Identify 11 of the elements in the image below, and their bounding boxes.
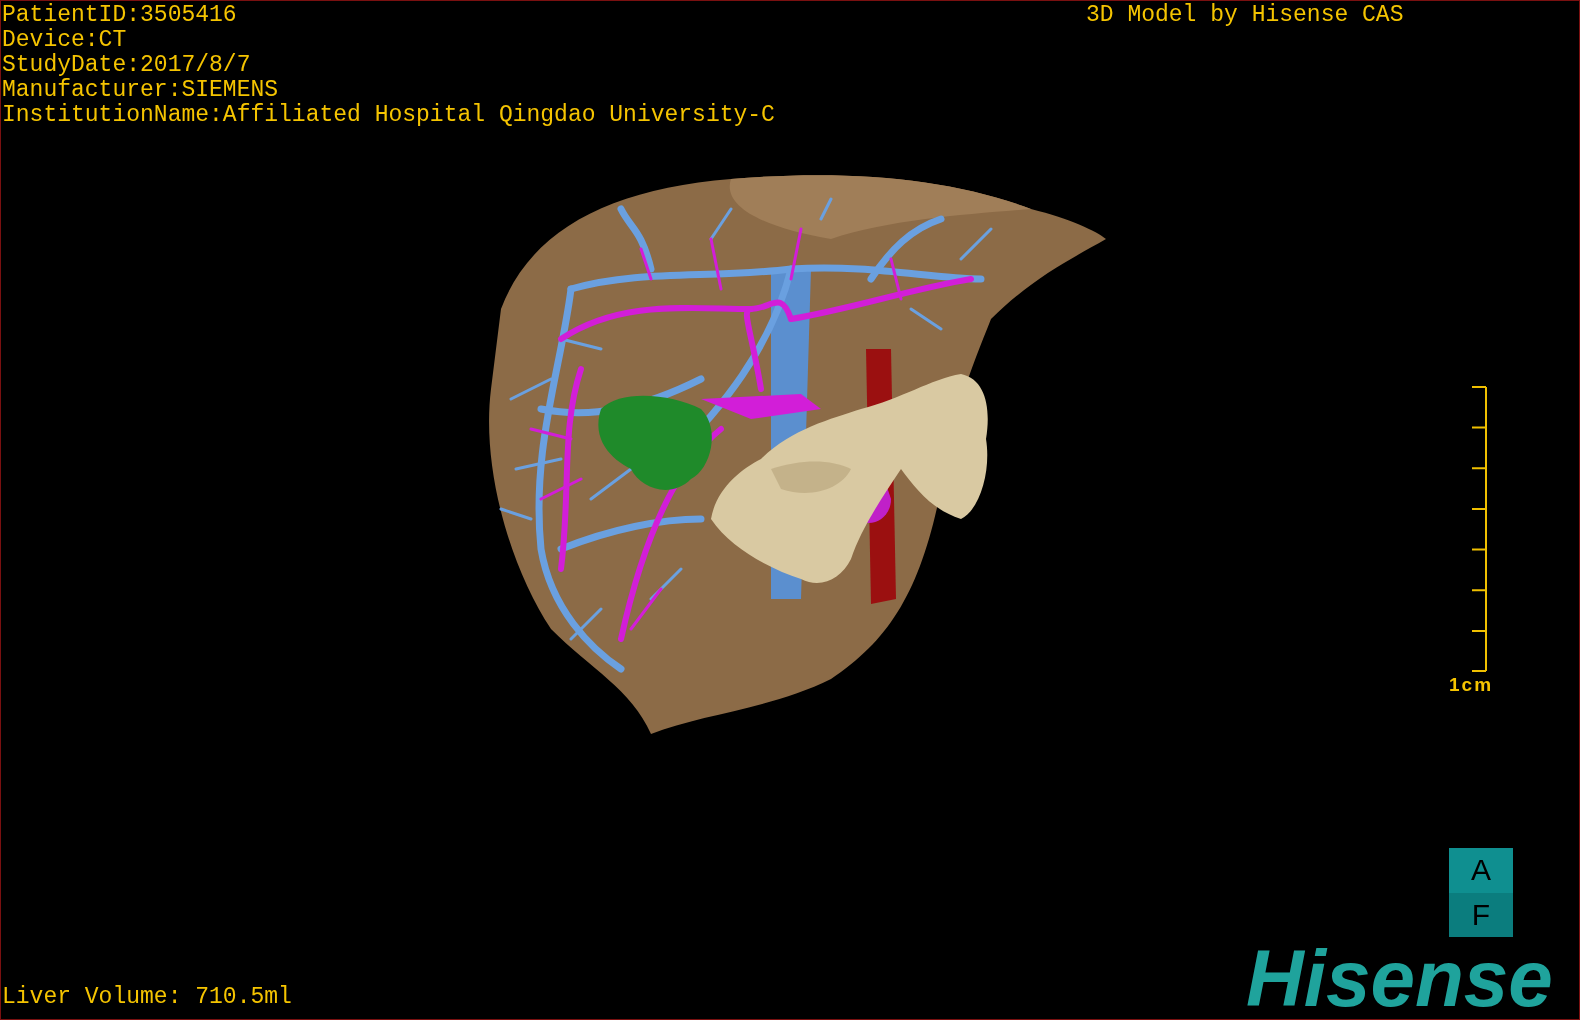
- patient-info-line: Manufacturer:SIEMENS: [2, 78, 279, 103]
- orientation-label: F: [1449, 892, 1513, 937]
- model-caption: 3D Model by Hisense CAS: [1086, 3, 1404, 28]
- orientation-label: A: [1449, 848, 1513, 893]
- patient-info-line: StudyDate:2017/8/7: [2, 53, 251, 78]
- patient-info-line: Device:CT: [2, 28, 127, 53]
- liver-volume: Liver Volume: 710.5ml: [2, 985, 292, 1010]
- scale-label: 1cm: [1449, 674, 1494, 696]
- patient-info-line: InstitutionName:Affiliated Hospital Qingdao University-C: [2, 103, 775, 128]
- brand-logo: Hisense: [1246, 939, 1553, 1019]
- patient-info-line: PatientID:3505416: [2, 3, 237, 28]
